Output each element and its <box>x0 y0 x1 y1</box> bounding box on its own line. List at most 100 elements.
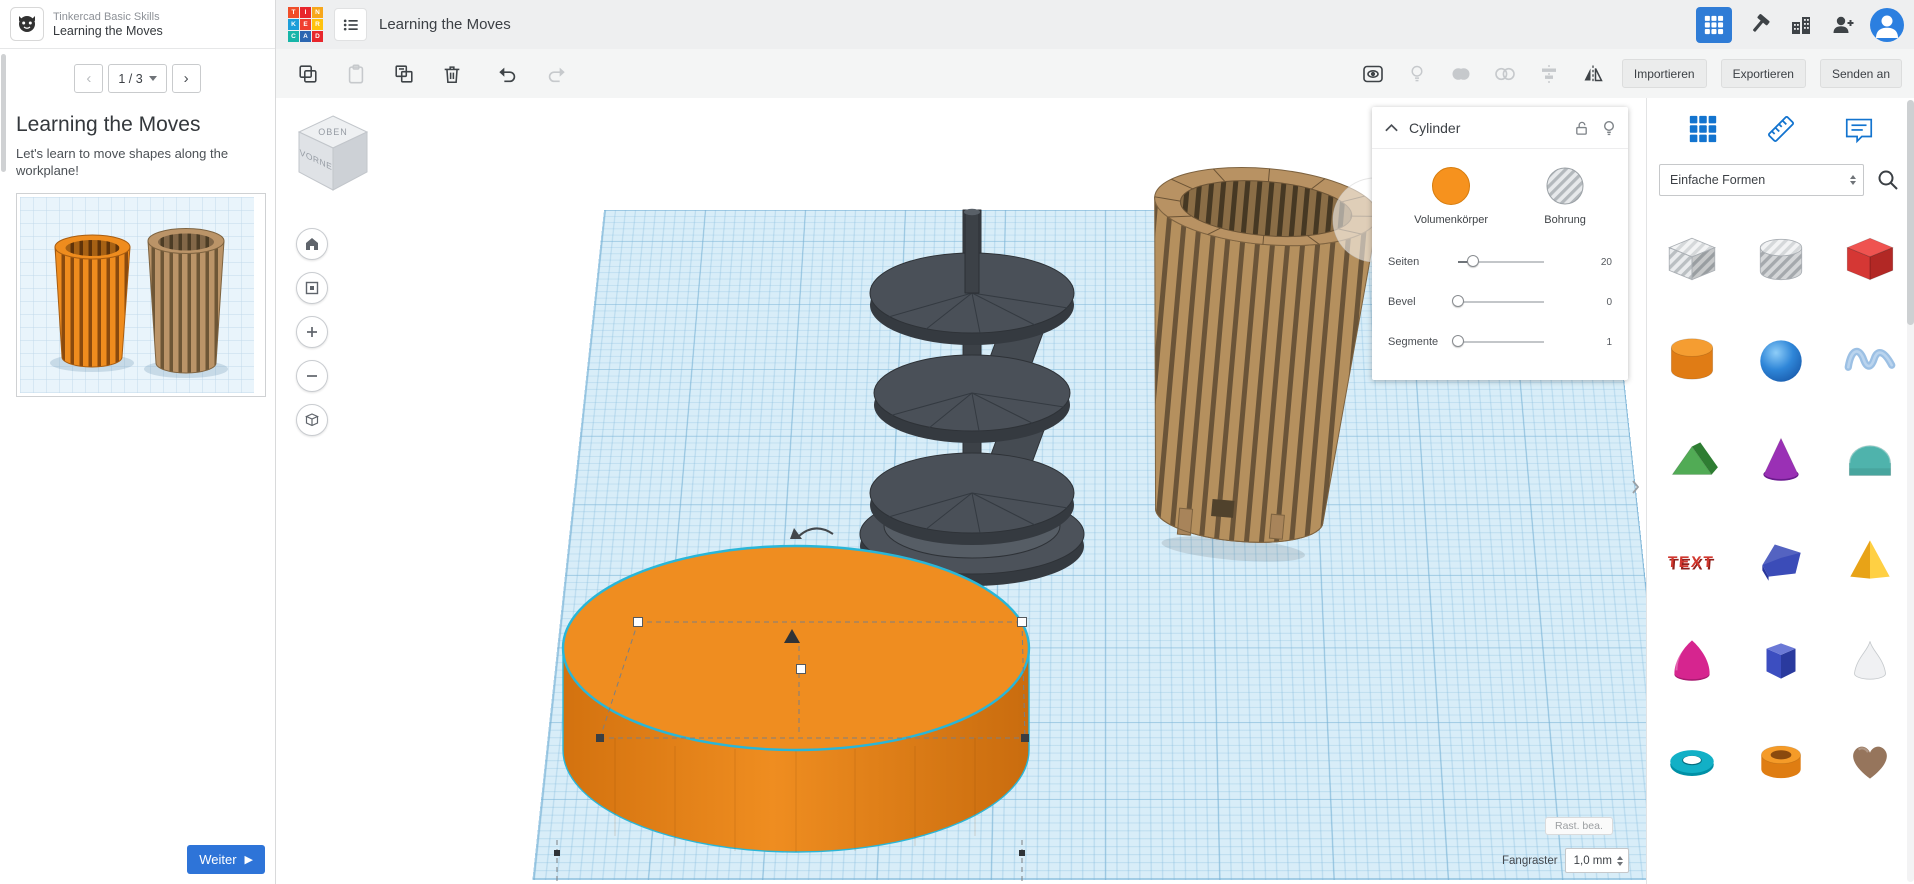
solid-option[interactable]: Volumenkörper <box>1414 167 1488 226</box>
shape-sphere[interactable] <box>1736 310 1825 410</box>
chevron-up-icon[interactable] <box>1384 122 1399 133</box>
zoom-out-icon <box>307 375 317 377</box>
pager-prev-button[interactable]: ‹ <box>74 64 104 93</box>
shape-pyramid[interactable] <box>1826 510 1914 610</box>
view-cube[interactable]: OBEN VORNE <box>289 110 377 196</box>
pager-page-select[interactable]: 1 / 3 <box>108 64 167 93</box>
apps-grid-icon <box>1704 15 1724 34</box>
panel-collapse-handle[interactable] <box>1627 470 1643 504</box>
shape-inspector: Cylinder Volumenkörper Bohrung Seiten 20 <box>1372 107 1628 380</box>
shape-cylinder-hole[interactable] <box>1736 210 1825 310</box>
fit-view-icon <box>305 281 319 295</box>
logo-tile: E <box>300 19 311 30</box>
shape-torus[interactable] <box>1647 710 1736 810</box>
tinker-tools-button[interactable] <box>1744 10 1774 40</box>
delete-button[interactable] <box>437 59 467 89</box>
hint-button[interactable] <box>1402 59 1432 89</box>
buildings-icon <box>1792 16 1810 34</box>
shape-soft-cone[interactable] <box>1826 610 1914 710</box>
redo-button[interactable] <box>541 59 571 89</box>
logo-tile: A <box>300 31 311 42</box>
sides-slider[interactable] <box>1458 255 1544 267</box>
redo-icon <box>548 67 565 82</box>
inspector-title: Cylinder <box>1409 119 1461 136</box>
undo-icon <box>499 67 516 82</box>
fit-view-button[interactable] <box>296 272 328 304</box>
logo-tile: T <box>288 7 299 18</box>
solid-label: Volumenkörper <box>1414 214 1489 226</box>
shape-heart[interactable] <box>1826 710 1914 810</box>
slider-label: Seiten <box>1388 256 1420 268</box>
shape-hexagonal-prism[interactable] <box>1736 610 1825 710</box>
spiral-staircase-shape[interactable] <box>859 208 1085 586</box>
group-button[interactable] <box>1446 59 1476 89</box>
hole-option[interactable]: Bohrung <box>1544 167 1586 226</box>
import-button[interactable]: Importieren <box>1621 59 1707 88</box>
invite-button[interactable] <box>1828 10 1858 40</box>
chevron-down-icon <box>148 76 157 81</box>
shape-cylinder[interactable] <box>1647 310 1736 410</box>
selected-cylinder-shape[interactable] <box>561 544 1031 853</box>
shape-category-select[interactable]: Einfache Formen <box>1659 164 1864 196</box>
shape-cone[interactable] <box>1736 410 1825 510</box>
shape-text[interactable]: TEXT TEXT <box>1647 510 1736 610</box>
tab-notes[interactable] <box>1843 113 1875 145</box>
tab-ruler[interactable] <box>1764 112 1798 146</box>
view-nav-controls <box>296 228 328 436</box>
hole-swatch[interactable] <box>1546 167 1584 205</box>
shape-round-roof[interactable] <box>1826 410 1914 510</box>
copy-button[interactable] <box>293 59 323 89</box>
shapes-grid-icon <box>1690 115 1717 143</box>
duplicate-button[interactable] <box>389 59 419 89</box>
undo-button[interactable] <box>493 59 523 89</box>
shape-search-button[interactable] <box>1873 165 1903 195</box>
pager-next-button[interactable]: › <box>171 64 201 93</box>
lightbulb-icon <box>1411 65 1423 81</box>
send-to-button[interactable]: Senden an <box>1819 59 1902 88</box>
avatar[interactable] <box>1870 7 1904 42</box>
home-view-button[interactable] <box>296 228 328 260</box>
bevel-slider[interactable] <box>1452 295 1544 307</box>
tab-shapes[interactable] <box>1687 113 1719 145</box>
apps-grid-button[interactable] <box>1696 6 1732 43</box>
lesson-panel-scrollbar[interactable] <box>1 54 6 172</box>
slider-row-sides: Seiten 20 <box>1388 242 1612 282</box>
segments-slider[interactable] <box>1452 335 1544 347</box>
shape-roof[interactable] <box>1647 410 1736 510</box>
tinkercad-logo[interactable]: TIN KER CAD <box>288 7 323 42</box>
lesson-breadcrumb[interactable]: Tinkercad Basic Skills Learning the Move… <box>0 0 275 49</box>
zoom-out-button[interactable] <box>296 360 328 392</box>
collection-name: Tinkercad Basic Skills <box>53 10 160 23</box>
export-button[interactable]: Exportieren <box>1720 59 1806 88</box>
zoom-in-button[interactable] <box>296 316 328 348</box>
shape-box[interactable] <box>1826 210 1914 310</box>
solid-swatch[interactable] <box>1432 167 1471 205</box>
mirror-button[interactable] <box>1578 59 1608 89</box>
paste-button[interactable] <box>341 59 371 89</box>
next-lesson-label: Weiter <box>199 852 237 867</box>
show-all-button[interactable] <box>1358 59 1388 89</box>
ungroup-icon <box>1495 67 1515 80</box>
shape-polygon[interactable] <box>1736 510 1825 610</box>
gallery-button[interactable] <box>1786 10 1816 40</box>
shapes-scrollbar[interactable] <box>1907 100 1914 882</box>
lesson-name: Learning the Moves <box>53 23 163 38</box>
home-icon <box>306 238 318 250</box>
perspective-toggle-button[interactable] <box>296 404 328 436</box>
align-button[interactable] <box>1534 59 1564 89</box>
lightbulb-icon[interactable] <box>1602 120 1616 136</box>
next-lesson-button[interactable]: Weiter ▶ <box>187 845 265 874</box>
inspector-sliders: Seiten 20 Bevel 0 Segmente 1 <box>1372 240 1628 380</box>
svg-text:TEXT: TEXT <box>1667 554 1714 571</box>
shape-scribble[interactable] <box>1826 310 1914 410</box>
shape-box-hole[interactable] <box>1647 210 1736 310</box>
snap-grid-select[interactable]: 1,0 mm <box>1564 848 1629 873</box>
lock-icon[interactable] <box>1574 120 1589 136</box>
ungroup-button[interactable] <box>1490 59 1520 89</box>
ruler-icon <box>1767 115 1794 143</box>
list-icon <box>343 19 358 30</box>
lesson-list-button[interactable] <box>334 8 367 41</box>
shape-paraboloid[interactable] <box>1647 610 1736 710</box>
shape-tube[interactable] <box>1736 710 1825 810</box>
rotate-handle[interactable] <box>798 527 834 537</box>
